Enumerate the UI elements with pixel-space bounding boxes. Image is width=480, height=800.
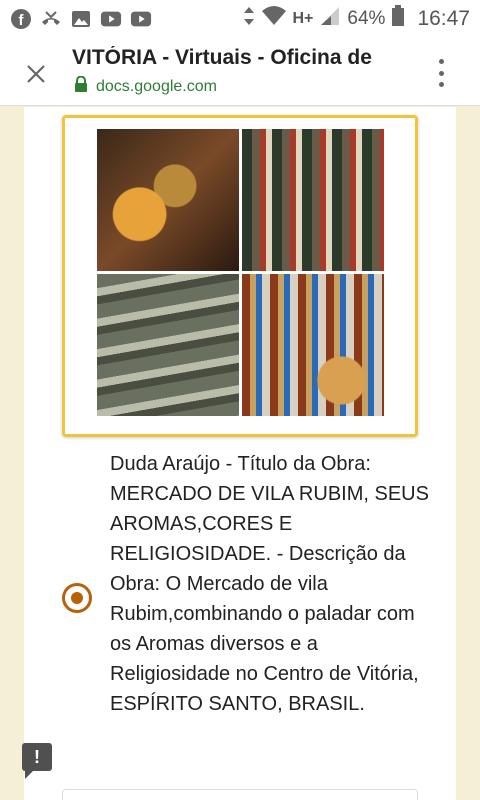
lock-icon (74, 75, 88, 97)
more-options-button[interactable] (428, 56, 454, 90)
wifi-icon (261, 5, 287, 33)
notification-icons: f (10, 8, 152, 30)
option-label: Duda Araújo - Título da Obra: MERCADO DE… (110, 453, 429, 715)
form-content: Duda Araújo - Título da Obra: MERCADO DE… (0, 107, 480, 800)
image-tile-market-baskets (97, 129, 239, 271)
page-title: VITÓRIA - Virtuais - Oficina de (72, 46, 372, 69)
image-tile-shop-shelves (242, 129, 384, 271)
facebook-icon: f (10, 8, 32, 30)
image-tile-herb-bags (97, 274, 239, 416)
next-option-card (62, 789, 418, 800)
browser-toolbar: VITÓRIA - Virtuais - Oficina de docs.goo… (0, 38, 480, 106)
close-button[interactable] (20, 58, 52, 90)
option-image[interactable] (62, 115, 418, 437)
radio-selected-dot (71, 592, 83, 604)
close-icon (27, 65, 45, 83)
network-type: H+ (292, 10, 314, 27)
url-text: docs.google.com (96, 77, 217, 95)
report-feedback-button[interactable]: ! (22, 743, 52, 779)
menu-dot (438, 59, 444, 64)
image-icon (70, 8, 92, 30)
data-arrows-icon (243, 5, 255, 33)
missed-call-icon (40, 8, 62, 30)
menu-dot (438, 70, 444, 76)
status-bar: f H+ 64% 16:47 (0, 0, 480, 38)
menu-dot (438, 82, 444, 87)
clock: 16:47 (417, 7, 470, 30)
battery-icon (391, 5, 405, 33)
youtube-icon (130, 8, 152, 30)
system-status: H+ 64% 16:47 (243, 5, 470, 33)
youtube-icon (100, 8, 122, 30)
signal-icon (319, 5, 341, 33)
image-tile-bottles-stall (242, 274, 384, 416)
url-bar[interactable]: docs.google.com (74, 75, 217, 97)
battery-percent: 64% (347, 8, 386, 29)
option-radio[interactable] (62, 583, 92, 613)
